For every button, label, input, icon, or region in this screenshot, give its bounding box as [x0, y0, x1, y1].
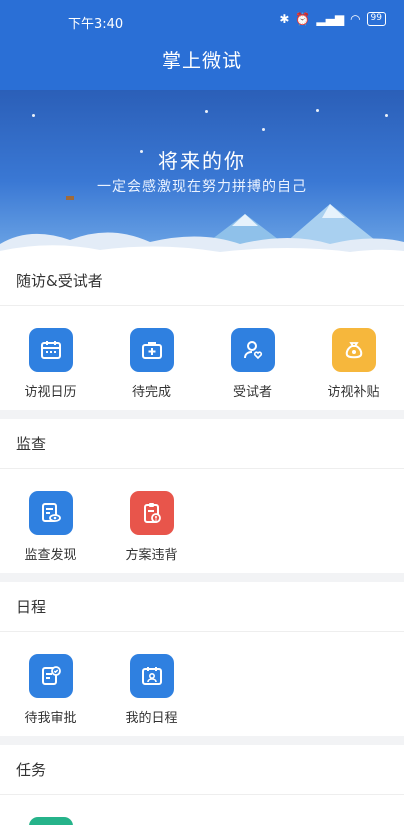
- page-title: 掌上微试: [161, 50, 242, 72]
- section-title-monitoring: 监查: [0, 419, 404, 469]
- approval-check-icon: [28, 654, 73, 698]
- tile-label: 方案违背: [125, 548, 178, 563]
- pending-approval-tile[interactable]: 待我审批: [0, 654, 101, 726]
- signal-icon: ▂▄▆: [316, 12, 345, 26]
- section-followup: 访视日历 待完成 受试者 访视补贴: [0, 306, 404, 410]
- bluetooth-icon: ✱: [279, 12, 290, 26]
- visit-calendar-tile[interactable]: 访视日历: [0, 328, 101, 400]
- banner-subtitle: 一定会感激现在努力拼搏的自己: [97, 179, 307, 195]
- pending-tile[interactable]: 待完成: [101, 328, 202, 400]
- calendar-person-icon: [129, 654, 174, 698]
- star-decoration: [205, 110, 208, 113]
- clipboard-alert-icon: [129, 491, 174, 535]
- tile-label: 访视日历: [24, 385, 77, 400]
- section-title-schedule: 日程: [0, 582, 404, 632]
- document-eye-icon: [28, 491, 73, 535]
- wifi-icon: ◠: [350, 12, 361, 26]
- section-title-tasks: 任务: [0, 745, 404, 795]
- section-schedule: 待我审批 我的日程: [0, 632, 404, 736]
- star-decoration: [262, 128, 265, 131]
- status-icons: ✱ ⏰ ▂▄▆ ◠ 99: [279, 12, 386, 26]
- status-bar: 下午3:40 ✱ ⏰ ▂▄▆ ◠ 99: [0, 0, 404, 42]
- medical-kit-icon: [129, 328, 174, 372]
- app-header: 掌上微试: [0, 42, 404, 90]
- hot-air-balloon-icon: [66, 196, 74, 200]
- banner-title: 将来的你: [158, 149, 246, 173]
- hero-banner: 将来的你 一定会感激现在努力拼搏的自己: [0, 90, 404, 256]
- star-decoration: [316, 109, 319, 112]
- person-heart-icon: [230, 328, 275, 372]
- battery-icon: 99: [366, 12, 386, 26]
- my-schedule-tile[interactable]: 我的日程: [101, 654, 202, 726]
- calendar-icon: [28, 328, 73, 372]
- mountain-cloud-illustration: [0, 196, 404, 256]
- tile-label: 受试者: [232, 385, 272, 400]
- section-tasks: [0, 795, 404, 825]
- money-bag-icon: [331, 328, 376, 372]
- tile-label: 访视补贴: [327, 385, 380, 400]
- section-title-followup: 随访&受试者: [0, 256, 404, 306]
- tile-label: 我的日程: [125, 711, 178, 726]
- star-decoration: [385, 114, 388, 117]
- tile-label: 监查发现: [24, 548, 77, 563]
- task-icon: [28, 817, 73, 825]
- monitoring-findings-tile[interactable]: 监查发现: [0, 491, 101, 563]
- tile-label: 待我审批: [24, 711, 77, 726]
- section-monitoring: 监查发现 方案违背: [0, 469, 404, 573]
- status-time: 下午3:40: [68, 17, 124, 32]
- task-tile[interactable]: [0, 817, 101, 825]
- subjects-tile[interactable]: 受试者: [202, 328, 303, 400]
- star-decoration: [32, 114, 35, 117]
- visit-subsidy-tile[interactable]: 访视补贴: [303, 328, 404, 400]
- tile-label: 待完成: [131, 385, 171, 400]
- alarm-icon: ⏰: [295, 12, 311, 26]
- protocol-deviation-tile[interactable]: 方案违背: [101, 491, 202, 563]
